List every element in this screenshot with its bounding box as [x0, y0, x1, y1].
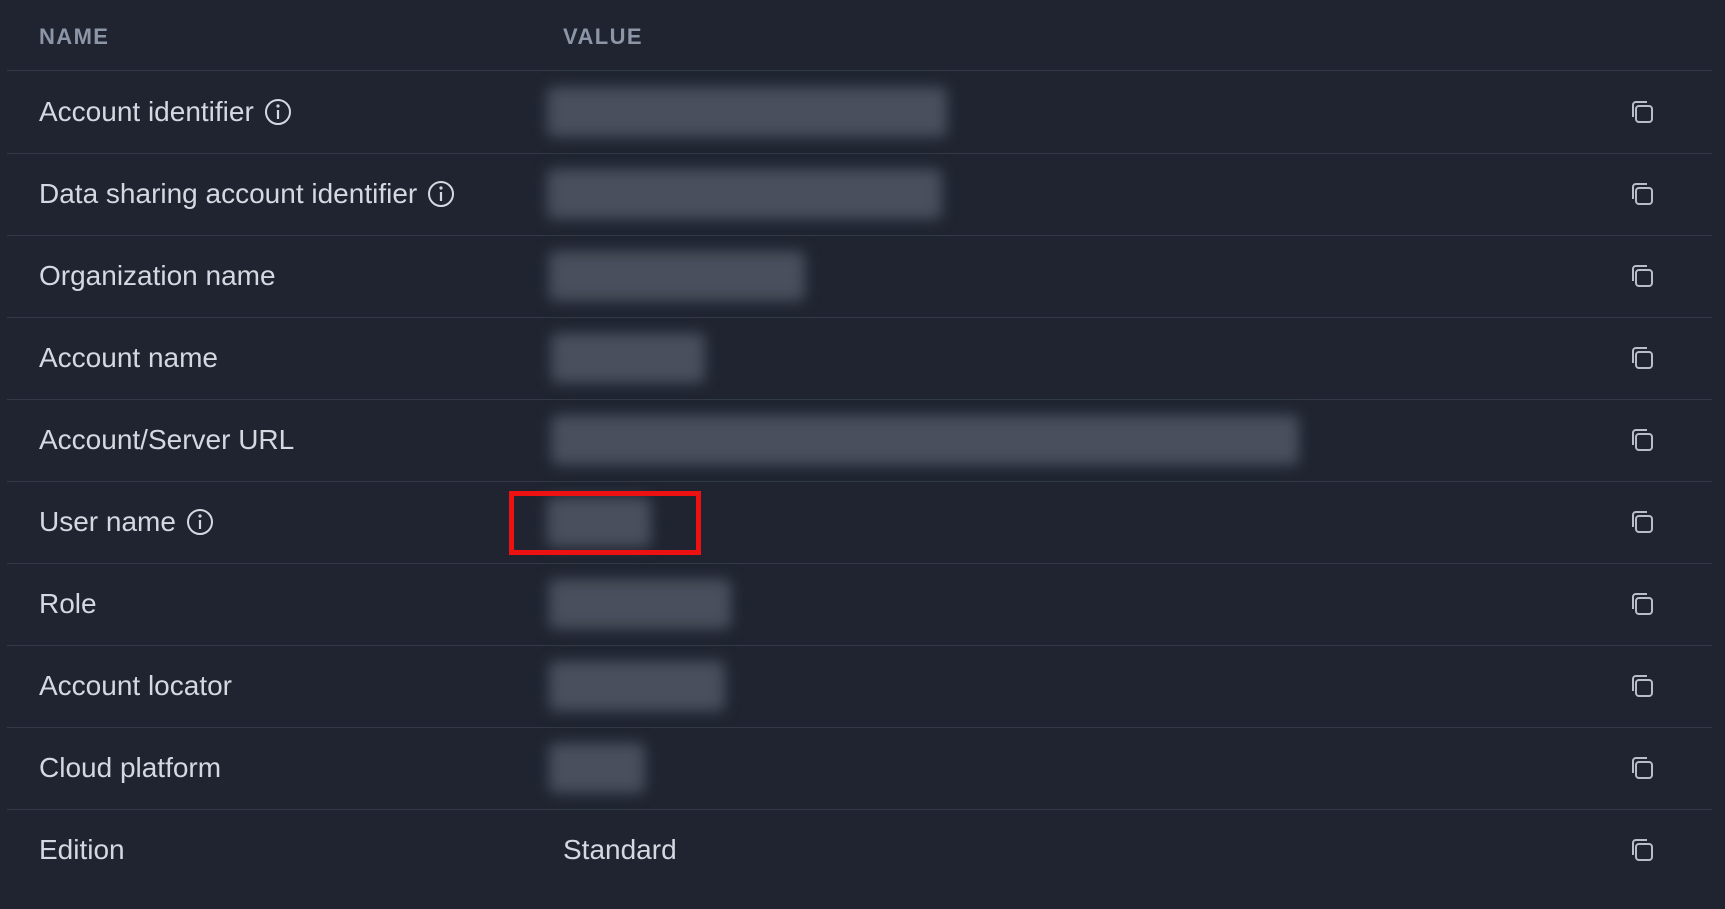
row-name-cell: Account identifier: [39, 71, 292, 153]
row-name-label: Role: [39, 588, 97, 619]
table-row: Organization name: [7, 235, 1712, 318]
redacted-value: [549, 645, 725, 727]
redacted-value: [551, 317, 705, 399]
table-header: NAME VALUE: [7, 0, 1712, 71]
row-name-label: Data sharing account identifier: [39, 178, 418, 209]
row-name-label: Account/Server URL: [39, 424, 295, 455]
row-name-label: Account locator: [39, 670, 232, 701]
row-name-cell: Account locator: [39, 645, 232, 727]
table-row: Account locator: [7, 645, 1712, 728]
table-row: Cloud platform: [7, 727, 1712, 810]
copy-icon[interactable]: [1627, 753, 1657, 783]
info-circle-icon[interactable]: [427, 180, 455, 208]
copy-icon[interactable]: [1627, 343, 1657, 373]
copy-icon[interactable]: [1627, 671, 1657, 701]
redacted-value: [547, 71, 947, 153]
table-row: Edition Standard: [7, 809, 1712, 891]
info-circle-icon[interactable]: [186, 508, 214, 536]
redacted-value: [549, 727, 645, 809]
row-name-label: Account name: [39, 342, 218, 373]
copy-icon[interactable]: [1627, 835, 1657, 865]
row-name-cell: Role: [39, 563, 97, 645]
redacted-value: [549, 235, 805, 317]
table-row: Account name: [7, 317, 1712, 400]
highlight-box: [509, 491, 701, 555]
table-row: Data sharing account identifier: [7, 153, 1712, 236]
table-row: Account identifier: [7, 71, 1712, 154]
table-row: User name: [7, 481, 1712, 564]
info-circle-icon[interactable]: [264, 98, 292, 126]
row-name-cell: Account/Server URL: [39, 399, 294, 481]
table-row: Role: [7, 563, 1712, 646]
row-name-cell: Edition: [39, 809, 125, 891]
copy-icon[interactable]: [1627, 425, 1657, 455]
row-name-cell: Organization name: [39, 235, 276, 317]
value-column-header: VALUE: [563, 24, 643, 49]
name-column-header: NAME: [39, 24, 110, 49]
row-name-cell: User name: [39, 481, 214, 563]
row-name-cell: Data sharing account identifier: [39, 153, 455, 235]
redacted-value: [549, 563, 731, 645]
redacted-value: [551, 399, 1299, 481]
copy-icon[interactable]: [1627, 179, 1657, 209]
row-name-label: Organization name: [39, 260, 276, 291]
row-name-label: Account identifier: [39, 96, 254, 127]
row-name-label: User name: [39, 506, 176, 537]
copy-icon[interactable]: [1627, 261, 1657, 291]
copy-icon[interactable]: [1627, 97, 1657, 127]
copy-icon[interactable]: [1627, 507, 1657, 537]
redacted-value: [547, 153, 942, 235]
row-name-label: Edition: [39, 834, 125, 865]
copy-icon[interactable]: [1627, 589, 1657, 619]
edition-value: Standard: [563, 834, 677, 865]
row-name-label: Cloud platform: [39, 752, 222, 783]
row-name-cell: Account name: [39, 317, 218, 399]
account-details-table: NAME VALUE Account identifier Data shari…: [0, 0, 1725, 909]
row-name-cell: Cloud platform: [39, 727, 221, 809]
table-row: Account/Server URL: [7, 399, 1712, 482]
